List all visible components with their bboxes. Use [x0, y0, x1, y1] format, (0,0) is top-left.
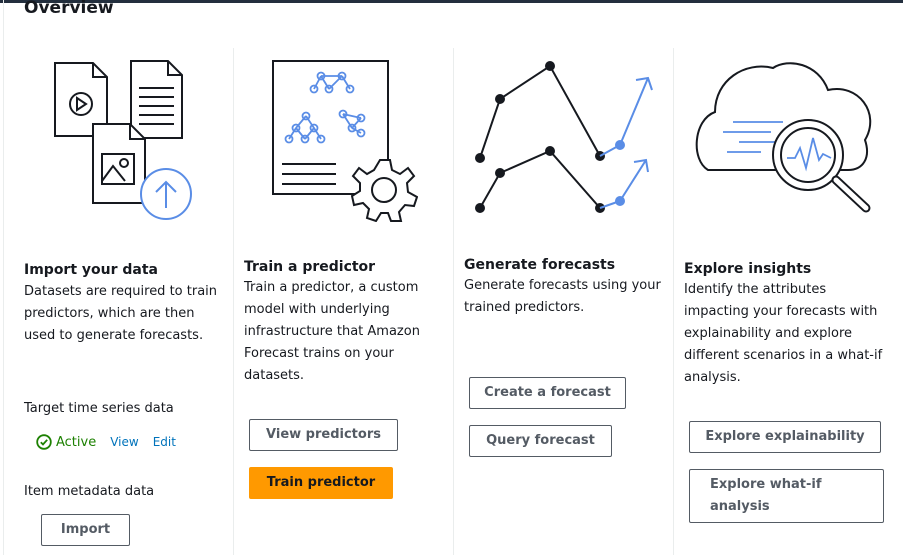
explore-explainability-button[interactable]: Explore explainability [689, 421, 881, 453]
column-description: Identify the attributes impacting your f… [684, 282, 883, 385]
view-predictors-button[interactable]: View predictors [249, 419, 398, 451]
upload-icon [140, 168, 192, 220]
target-series-status: Active View Edit [36, 434, 190, 450]
image-file-icon [92, 123, 146, 204]
column-heading: Import your data [24, 262, 159, 278]
column-description: Generate forecasts using your trained pr… [464, 278, 661, 315]
import-button[interactable]: Import [41, 514, 130, 546]
query-forecast-button[interactable]: Query forecast [469, 425, 612, 457]
document-icon [130, 60, 183, 139]
status-badge: Active [56, 434, 97, 450]
column-heading: Generate forecasts [464, 257, 616, 273]
column-description: Train a predictor, a custom model with u… [244, 280, 420, 383]
column-heading: Explore insights [684, 261, 812, 277]
cloud-magnifier-icon [695, 62, 872, 213]
check-circle-icon [36, 434, 52, 450]
column-divider [453, 48, 454, 555]
create-forecast-button[interactable]: Create a forecast [469, 377, 626, 409]
import-data-illustration [54, 60, 192, 220]
line-graph-icon [475, 61, 653, 213]
train-predictor-illustration [272, 60, 418, 222]
train-predictor-button[interactable]: Train predictor [249, 467, 393, 499]
explore-what-if-button[interactable]: Explore what-if analysis [689, 469, 884, 523]
view-dataset-link[interactable]: View [110, 435, 138, 449]
column-heading: Train a predictor [244, 259, 376, 275]
column-divider [233, 48, 234, 555]
gear-icon [350, 159, 418, 222]
page-title: Overview [24, 0, 114, 18]
target-series-label: Target time series data [24, 401, 174, 416]
metadata-label: Item metadata data [24, 484, 155, 499]
edit-dataset-link[interactable]: Edit [153, 435, 176, 449]
column-description: Datasets are required to train predictor… [24, 284, 218, 343]
column-divider [673, 48, 674, 555]
